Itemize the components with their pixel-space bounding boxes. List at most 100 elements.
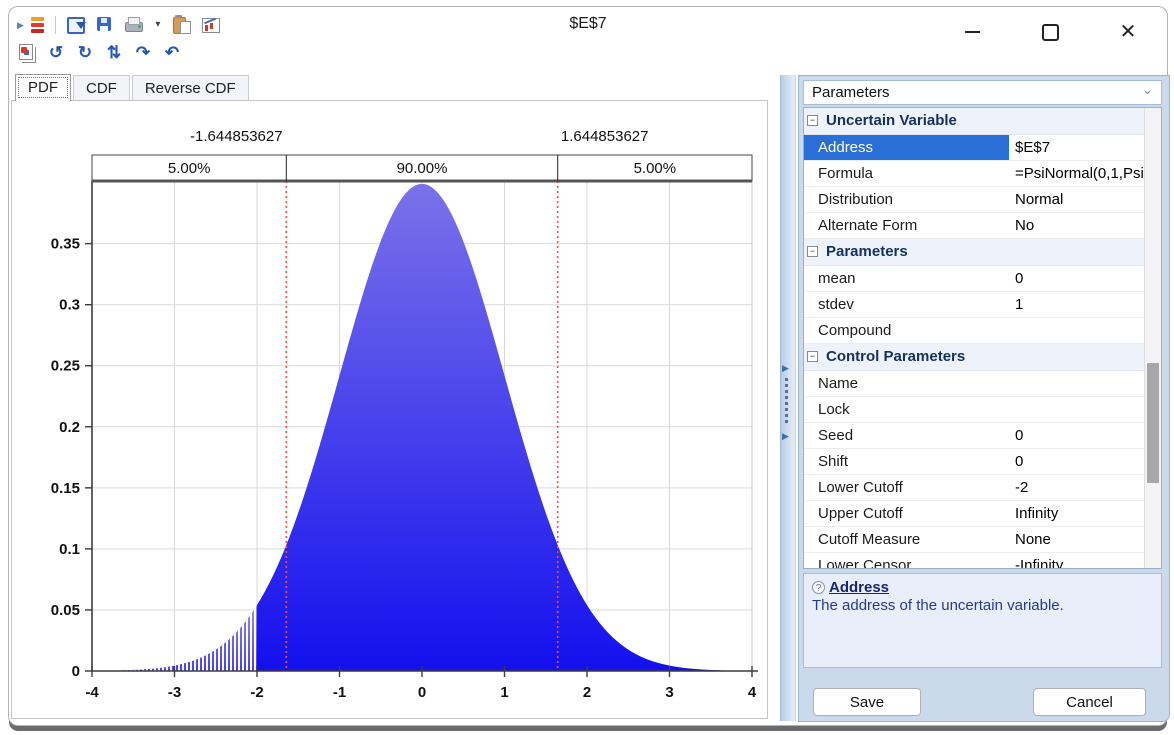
property-row-name[interactable]: Name	[804, 371, 1145, 397]
property-label: Upper Cutoff	[804, 501, 1009, 526]
close-button[interactable]: ✕	[1117, 21, 1139, 43]
svg-text:-1.644853627: -1.644853627	[190, 128, 283, 145]
property-row-distribution[interactable]: DistributionNormal	[804, 187, 1145, 213]
help-icon: ?	[812, 581, 825, 594]
property-row-shift[interactable]: Shift0	[804, 449, 1145, 475]
collapse-box-icon[interactable]: −	[807, 246, 818, 257]
save-button[interactable]: Save	[813, 688, 921, 716]
collapse-box-icon[interactable]: −	[807, 115, 818, 126]
parameters-dropdown[interactable]: Parameters ⌄	[803, 80, 1162, 105]
property-row-upper-cutoff[interactable]: Upper CutoffInfinity	[804, 501, 1145, 527]
collapse-arrow-icon[interactable]: ▶	[17, 20, 24, 31]
print-caret-icon[interactable]: ▾	[153, 15, 163, 35]
maximize-button[interactable]	[1039, 21, 1061, 43]
svg-text:2: 2	[583, 684, 591, 701]
property-value[interactable]: -Infinity	[1009, 553, 1145, 569]
flip-left-icon[interactable]: ↺	[46, 43, 66, 63]
property-description-box: ? Address The address of the uncertain v…	[803, 573, 1162, 668]
distribution-gallery-icon[interactable]	[29, 15, 45, 35]
copy-chart-icon[interactable]	[17, 43, 37, 63]
svg-text:0: 0	[72, 663, 80, 680]
property-row-compound[interactable]: Compound	[804, 318, 1145, 344]
splitter-grip[interactable]	[785, 378, 789, 423]
undo-edit-icon[interactable]: ↶	[162, 43, 182, 63]
property-value[interactable]	[1009, 318, 1145, 343]
minimize-button[interactable]	[961, 21, 983, 43]
property-value[interactable]: 0	[1009, 266, 1145, 291]
rotate-icon[interactable]: ↷	[133, 43, 153, 63]
property-value[interactable]: 0	[1009, 449, 1145, 474]
panel-splitter[interactable]: ▶ ▶	[767, 75, 798, 721]
distribution-dialog-window: $E$7 ✕ ▶ ▾ ↺↻⇅↷↶ PDFCDFReverse CDF 00.05…	[8, 6, 1168, 726]
parameters-dropdown-label: Parameters	[812, 84, 890, 101]
property-label: Distribution	[804, 187, 1009, 212]
property-value[interactable]: -2	[1009, 475, 1145, 500]
svg-text:0.25: 0.25	[51, 358, 80, 375]
splitter-arrow-icon[interactable]: ▶	[782, 363, 789, 374]
property-row-seed[interactable]: Seed0	[804, 423, 1145, 449]
property-row-lower-cutoff[interactable]: Lower Cutoff-2	[804, 475, 1145, 501]
property-value[interactable]: =PsiNormal(0,1,Psi...	[1009, 161, 1145, 186]
cancel-button[interactable]: Cancel	[1033, 688, 1146, 716]
screen: $E$7 ✕ ▶ ▾ ↺↻⇅↷↶ PDFCDFReverse CDF 00.05…	[0, 0, 1174, 735]
tab-pdf[interactable]: PDF	[15, 74, 71, 101]
property-label: Shift	[804, 449, 1009, 474]
property-row-formula[interactable]: Formula=PsiNormal(0,1,Psi...	[804, 161, 1145, 187]
save-icon[interactable]	[95, 15, 115, 35]
property-label: Formula	[804, 161, 1009, 186]
section-control-parameters: −Control Parameters	[804, 344, 1145, 371]
property-label: Address	[804, 135, 1009, 160]
property-label: Alternate Form	[804, 213, 1009, 238]
collapse-box-icon[interactable]: −	[807, 351, 818, 362]
property-value[interactable]: 0	[1009, 423, 1145, 448]
property-grid: −Uncertain VariableAddress$E$7Formula=Ps…	[803, 107, 1162, 569]
property-row-lock[interactable]: Lock	[804, 397, 1145, 423]
report-icon[interactable]	[66, 15, 86, 35]
property-row-lower-censor[interactable]: Lower Censor-Infinity	[804, 553, 1145, 569]
property-label: mean	[804, 266, 1009, 291]
flip-vertical-icon[interactable]: ⇅	[104, 43, 124, 63]
property-row-mean[interactable]: mean0	[804, 266, 1145, 292]
property-value[interactable]	[1009, 371, 1145, 396]
svg-text:0.3: 0.3	[59, 297, 80, 314]
property-value[interactable]: Infinity	[1009, 501, 1145, 526]
svg-text:5.00%: 5.00%	[168, 160, 211, 177]
property-grid-scrollbar[interactable]	[1144, 108, 1161, 568]
section-uncertain-variable: −Uncertain Variable	[804, 108, 1145, 135]
tab-reverse-cdf[interactable]: Reverse CDF	[132, 75, 249, 101]
svg-text:0.15: 0.15	[51, 480, 80, 497]
chevron-down-icon: ⌄	[1142, 82, 1153, 98]
property-row-stdev[interactable]: stdev1	[804, 292, 1145, 318]
property-value[interactable]	[1009, 397, 1145, 422]
print-icon[interactable]	[124, 15, 144, 35]
property-value[interactable]: No	[1009, 213, 1145, 238]
property-value[interactable]: Normal	[1009, 187, 1145, 212]
flip-right-icon[interactable]: ↻	[75, 43, 95, 63]
property-row-address[interactable]: Address$E$7	[804, 135, 1145, 161]
svg-text:0.35: 0.35	[51, 236, 80, 253]
toolbar-separator	[55, 16, 56, 34]
svg-text:4: 4	[748, 684, 757, 701]
svg-text:0: 0	[418, 684, 426, 701]
property-label: Lower Censor	[804, 553, 1009, 569]
chart-icon[interactable]	[201, 15, 221, 35]
property-value[interactable]: None	[1009, 527, 1145, 552]
property-label: Lock	[804, 397, 1009, 422]
svg-text:3: 3	[665, 684, 673, 701]
svg-text:-2: -2	[250, 684, 263, 701]
property-row-alternate-form[interactable]: Alternate FormNo	[804, 213, 1145, 239]
scrollbar-thumb[interactable]	[1147, 363, 1159, 483]
svg-text:-4: -4	[85, 684, 99, 701]
property-value[interactable]: 1	[1009, 292, 1145, 317]
splitter-arrow-icon[interactable]: ▶	[782, 431, 789, 442]
svg-text:5.00%: 5.00%	[634, 160, 677, 177]
description-text: The address of the uncertain variable.	[812, 597, 1153, 614]
property-row-cutoff-measure[interactable]: Cutoff MeasureNone	[804, 527, 1145, 553]
property-value[interactable]: $E$7	[1009, 135, 1145, 160]
property-label: stdev	[804, 292, 1009, 317]
property-label: Compound	[804, 318, 1009, 343]
svg-text:0.1: 0.1	[59, 541, 80, 558]
paste-icon[interactable]	[172, 15, 192, 35]
normal-pdf-chart[interactable]: 00.050.10.150.20.250.30.35-4-3-2-1012345…	[12, 101, 767, 718]
tab-cdf[interactable]: CDF	[73, 75, 130, 101]
